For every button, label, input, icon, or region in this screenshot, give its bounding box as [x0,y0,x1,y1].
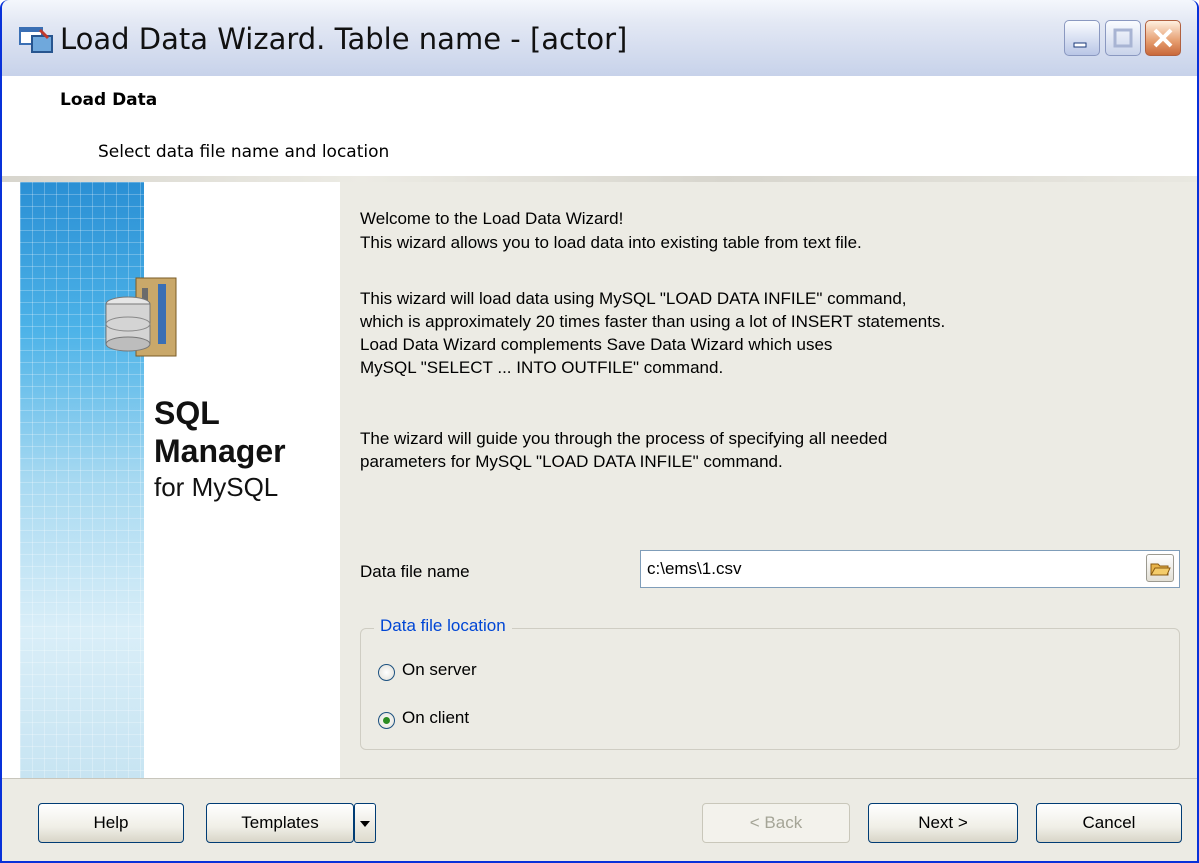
database-tools-icon [105,277,177,357]
on-server-radio[interactable] [378,664,395,681]
welcome-text: Welcome to the Load Data Wizard! [360,209,624,228]
title-bar[interactable]: Load Data Wizard. Table name - [actor] [2,0,1197,77]
brand-for-mysql: for MySQL [154,472,279,502]
data-file-name-input[interactable]: c:\ems\1.csv [640,550,1180,588]
guide-line-1: The wizard will guide you through the pr… [360,429,888,448]
wizard-side-banner: SQL Manager for MySQL [20,182,340,778]
data-file-location-group [360,628,1180,750]
close-button[interactable] [1145,20,1181,56]
brand-manager: Manager [154,433,286,469]
guide-line-2: parameters for MySQL "LOAD DATA INFILE" … [360,452,783,471]
wizard-icon [19,27,53,53]
minimize-icon [1073,42,1087,48]
templates-dropdown-button[interactable] [354,803,376,843]
close-icon [1153,28,1173,48]
brand-sql: SQL [154,395,220,431]
wizard-content: Welcome to the Load Data Wizard! This wi… [340,182,1197,778]
wizard-footer: Help Templates < Back Next > Cancel [2,778,1197,861]
page-title: Load Data [60,90,158,110]
page-subtitle: Select data file name and location [98,142,390,162]
wizard-header: Load Data Select data file name and loca… [2,76,1197,179]
banner-grid [20,182,144,778]
minimize-button[interactable] [1064,20,1100,56]
next-button[interactable]: Next > [868,803,1018,843]
description-line-2: which is approximately 20 times faster t… [360,312,946,331]
templates-button[interactable]: Templates [206,803,354,843]
radio-selected-dot [383,717,390,724]
window-title: Load Data Wizard. Table name - [actor] [60,22,628,56]
on-client-radio[interactable] [378,712,395,729]
description-line-1: This wizard will load data using MySQL "… [360,289,907,308]
description-line-4: MySQL "SELECT ... INTO OUTFILE" command. [360,358,724,377]
maximize-icon [1113,28,1133,48]
help-button[interactable]: Help [38,803,184,843]
data-file-name-label: Data file name [360,562,470,581]
data-file-location-legend: Data file location [374,616,512,636]
browse-file-button[interactable] [1146,554,1174,582]
load-data-wizard-window: Load Data Wizard. Table name - [actor] L… [0,0,1199,863]
intro-text: This wizard allows you to load data into… [360,233,862,252]
on-client-label[interactable]: On client [402,708,469,728]
open-folder-icon [1150,563,1171,576]
back-button[interactable]: < Back [702,803,850,843]
on-server-label[interactable]: On server [402,660,477,680]
cancel-button[interactable]: Cancel [1036,803,1182,843]
chevron-down-icon [360,821,370,827]
description-line-3: Load Data Wizard complements Save Data W… [360,335,833,354]
maximize-button[interactable] [1105,20,1141,56]
